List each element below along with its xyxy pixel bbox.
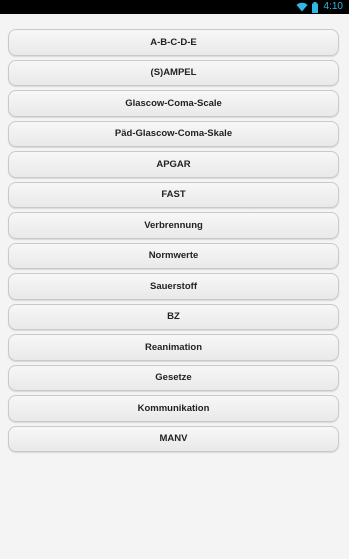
menu-button-kommunikation[interactable]: Kommunikation — [8, 395, 339, 422]
menu-button-sauerstoff[interactable]: Sauerstoff — [8, 273, 339, 300]
wifi-icon — [296, 2, 308, 12]
main-content: A-B-C-D-E (S)AMPEL Glascow-Coma-Scale Pä… — [0, 14, 349, 559]
menu-button-verbrennung[interactable]: Verbrennung — [8, 212, 339, 239]
menu-button-sampel[interactable]: (S)AMPEL — [8, 59, 339, 86]
menu-button-glascow-coma-scale[interactable]: Glascow-Coma-Scale — [8, 90, 339, 117]
menu-button-fast[interactable]: FAST — [8, 181, 339, 208]
menu-button-apgar[interactable]: APGAR — [8, 151, 339, 178]
menu-button-normwerte[interactable]: Normwerte — [8, 242, 339, 269]
menu-button-gesetze[interactable]: Gesetze — [8, 364, 339, 391]
status-time: 4:10 — [323, 1, 343, 12]
menu-list: A-B-C-D-E (S)AMPEL Glascow-Coma-Scale Pä… — [8, 29, 339, 452]
status-icons: 4:10 — [296, 1, 343, 13]
menu-button-abcde[interactable]: A-B-C-D-E — [8, 29, 339, 56]
menu-button-reanimation[interactable]: Reanimation — [8, 334, 339, 361]
menu-button-paed-glascow-coma-skale[interactable]: Päd-Glascow-Coma-Skale — [8, 120, 339, 147]
menu-button-manv[interactable]: MANV — [8, 425, 339, 452]
status-bar: 4:10 — [0, 0, 349, 14]
menu-button-bz[interactable]: BZ — [8, 303, 339, 330]
battery-icon — [311, 1, 318, 13]
